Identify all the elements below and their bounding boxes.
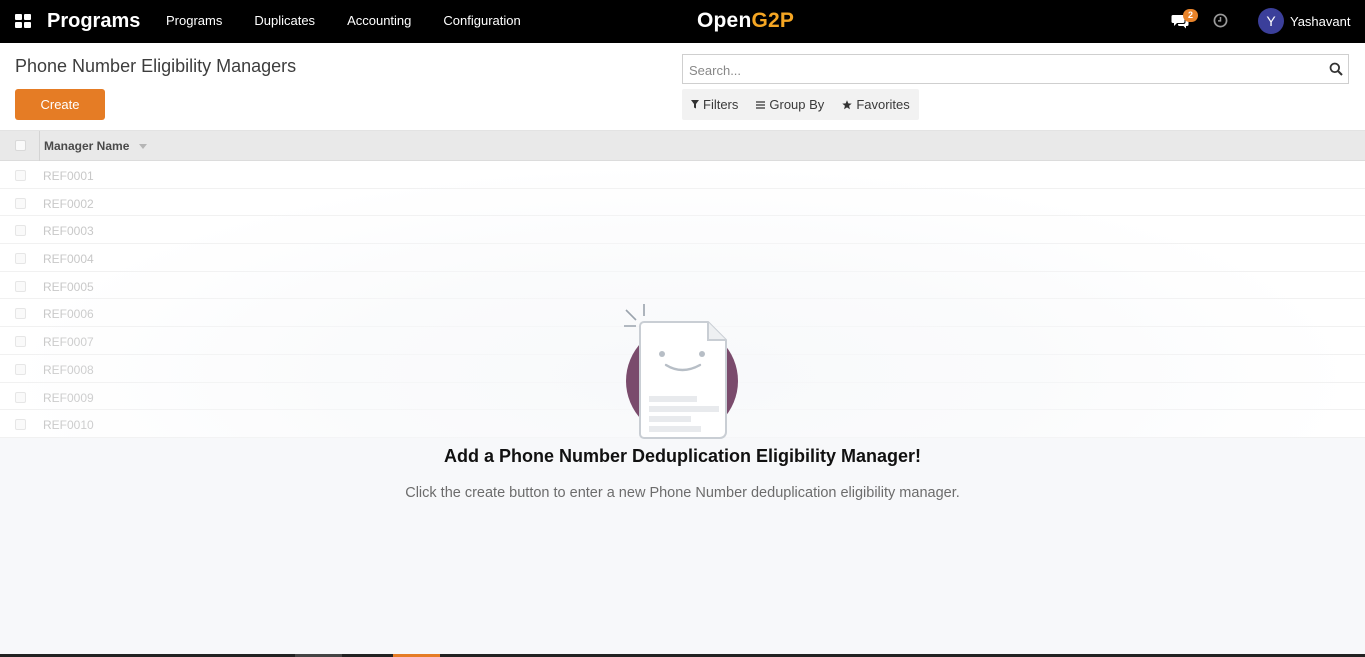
row-name: REF0010 (43, 418, 94, 433)
brand-logo: OpenG2P (697, 9, 794, 33)
row-checkbox[interactable] (15, 253, 26, 265)
empty-document-illustration (624, 304, 738, 439)
table-row[interactable]: REF0005 (0, 271, 1365, 300)
row-name: REF0005 (43, 279, 94, 294)
table-row[interactable]: REF0002 (0, 188, 1365, 217)
row-name: REF0008 (43, 362, 94, 377)
table-row[interactable]: REF0003 (0, 216, 1365, 245)
row-checkbox[interactable] (15, 170, 26, 181)
menu-item-duplicates[interactable]: Duplicates (238, 0, 331, 43)
search-options: Filters Group By Favorites (682, 89, 919, 120)
row-checkbox[interactable] (15, 419, 26, 431)
brand-logo-part1: Open (697, 9, 752, 32)
row-checkbox[interactable] (15, 308, 26, 320)
row-checkbox[interactable] (15, 225, 26, 237)
row-checkbox[interactable] (15, 197, 26, 209)
filters-button[interactable]: Filters (682, 89, 747, 120)
main-menu: Programs Duplicates Accounting Configura… (150, 0, 537, 43)
user-name: Yashavant (1290, 13, 1351, 29)
user-menu[interactable]: Y Yashavant (1258, 8, 1350, 34)
row-name: REF0004 (43, 252, 94, 267)
search-box (682, 54, 1349, 84)
row-checkbox[interactable] (15, 391, 26, 403)
menu-item-configuration[interactable]: Configuration (427, 0, 536, 43)
row-checkbox[interactable] (15, 336, 26, 348)
row-name: REF0007 (43, 335, 94, 350)
row-name: REF0002 (43, 196, 94, 211)
search-icon[interactable] (1329, 62, 1343, 76)
row-name: REF0003 (43, 224, 94, 239)
column-divider (39, 131, 40, 161)
messages-badge: 2 (1183, 9, 1199, 22)
apps-grid-icon[interactable] (15, 14, 31, 28)
star-icon (842, 99, 853, 109)
table-row[interactable]: REF0004 (0, 244, 1365, 272)
favorites-button[interactable]: Favorites (833, 89, 918, 120)
filters-label: Filters (703, 97, 739, 112)
brand-logo-part2: G2P (751, 9, 795, 32)
menu-item-programs[interactable]: Programs (150, 0, 238, 43)
row-name: REF0009 (43, 390, 94, 405)
row-name: REF0001 (43, 169, 94, 183)
favorites-label: Favorites (856, 97, 910, 112)
group-by-icon (756, 100, 766, 109)
clock-icon[interactable] (1213, 13, 1228, 28)
group-by-label: Group By (769, 97, 825, 112)
sort-caret-icon[interactable] (139, 144, 147, 149)
row-checkbox[interactable] (15, 363, 26, 375)
top-navbar: Programs Programs Duplicates Accounting … (0, 0, 1365, 43)
table-row[interactable]: REF0001 (0, 161, 1365, 189)
empty-helper-text: Click the create button to enter a new P… (405, 485, 960, 501)
list-header: Manager Name (0, 131, 1365, 161)
avatar: Y (1258, 8, 1284, 34)
app-name[interactable]: Programs (47, 10, 140, 33)
empty-helper-title: Add a Phone Number Deduplication Eligibi… (443, 446, 922, 466)
column-header-manager-name[interactable]: Manager Name (44, 139, 129, 153)
filter-icon (691, 100, 699, 109)
select-all-checkbox[interactable] (15, 140, 26, 151)
group-by-button[interactable]: Group By (747, 89, 833, 120)
row-checkbox[interactable] (15, 280, 26, 292)
control-panel: Phone Number Eligibility Managers Create… (0, 43, 1365, 131)
row-name: REF0006 (43, 307, 94, 322)
page-title: Phone Number Eligibility Managers (15, 56, 297, 76)
search-input[interactable] (689, 61, 1309, 79)
create-button[interactable]: Create (15, 89, 105, 120)
menu-item-accounting[interactable]: Accounting (331, 0, 427, 43)
